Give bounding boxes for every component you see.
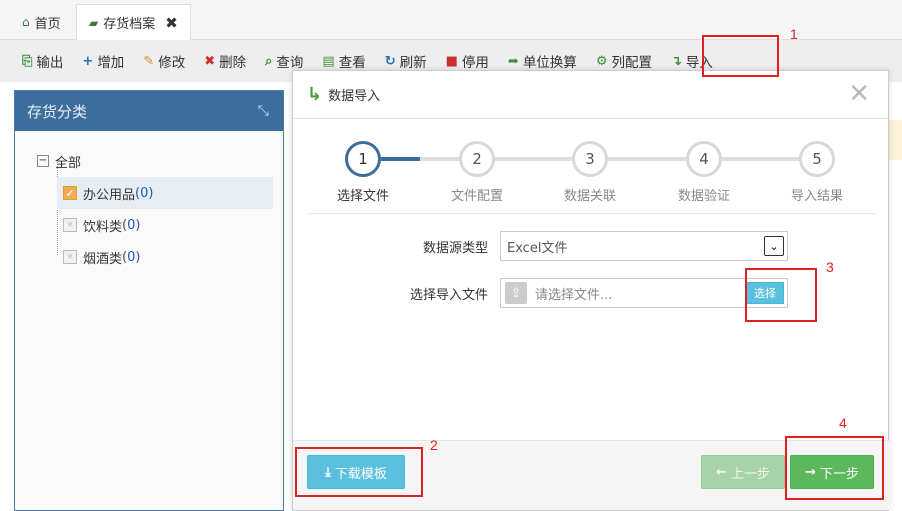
previous-step-button[interactable]: ← 上一步 [701,455,785,489]
toolbar-button-stop[interactable]: ■ 停用 [445,51,489,72]
source-type-select[interactable]: Excel文件 ⌄ [500,231,788,261]
tree-node-label: 办公用品 [83,187,136,203]
upload-icon: ⇪ [505,282,527,304]
category-panel-title: 存货分类 [27,102,88,121]
toolbar-button-label: 修改 [158,55,186,71]
annotation-box-download [295,447,423,497]
annotation-box-import [702,35,779,77]
tree-node-all[interactable]: − 全部 [15,145,283,177]
toolbar-button-label: 增加 [97,55,125,71]
annotation-number-3: 3 [826,259,834,275]
toolbar-button-export[interactable]: ⎘ 输出 [22,51,64,72]
toolbar-button-label: 查询 [276,55,304,71]
edit-icon: ✎ [143,53,155,69]
share-icon: ➦ [507,53,519,69]
toolbar-button-share[interactable]: ➦ 单位换算 [507,51,577,72]
step-5: 5 导入结果 [772,141,862,204]
home-icon: ⌂ [22,15,30,29]
folder-open-icon: ▰ [89,15,99,30]
checkbox-icon[interactable]: × [63,218,77,232]
search-icon: ⌕ [265,53,273,69]
step-number: 4 [686,141,722,177]
step-label: 文件配置 [450,189,503,204]
toolbar-button-plus[interactable]: + 增加 [82,51,125,72]
step-number: 5 [799,141,835,177]
toolbar-button-label: 列配置 [611,55,652,71]
step-2: 2 文件配置 [432,141,522,204]
annotation-number-2: 2 [430,437,438,453]
step-number: 1 [345,141,381,177]
annotation-number-4: 4 [839,415,847,431]
toolbar-button-label: 输出 [36,55,64,71]
toolbar-button-refresh[interactable]: ↻ 刷新 [384,51,427,72]
category-tree: − 全部 ✓ 办公用品 (0) × 饮料类 (0) × 烟酒类 (0) [15,131,283,273]
tab-inventory-archive[interactable]: ▰ 存货档案 ✖ [76,4,191,41]
tree-node-count: (0) [122,249,141,265]
export-icon: ⎘ [22,53,33,69]
tab-bar: ⌂ 首页 ▰ 存货档案 ✖ [0,0,902,41]
plus-icon: + [82,53,94,69]
step-label: 导入结果 [790,189,843,204]
toolbar-button-delete[interactable]: ✖ 删除 [204,51,247,72]
step-3: 3 数据关联 [545,141,635,204]
toolbar-button-label: 查看 [338,55,366,71]
step-indicator: 1 选择文件 2 文件配置 3 数据关联 4 数据验证 5 导入结果 [293,141,890,204]
toolbar-button-label: 停用 [461,55,489,71]
step-label: 数据关联 [563,189,616,204]
divider [307,213,875,214]
tree-node-label: 全部 [55,155,82,171]
tab-inventory-archive-label: 存货档案 [103,17,156,32]
toolbar-button-search[interactable]: ⌕ 查询 [265,51,304,72]
annotation-box-choose [745,268,817,322]
file-placeholder: 请选择文件... [535,287,613,303]
step-1: 1 选择文件 [318,141,408,204]
tree-node-count: (0) [122,217,141,233]
annotation-box-next [785,436,884,500]
toolbar-button-label: 删除 [219,55,247,71]
import-arrow-icon: ↳ [307,84,323,105]
chevron-down-icon[interactable]: ⌄ [764,236,784,256]
close-tab-icon[interactable]: ✖ [165,14,178,32]
category-panel: 存货分类 ⤡ − 全部 ✓ 办公用品 (0) × 饮料类 (0) × 烟酒类 (0) [14,90,284,511]
toolbar-button-label: 刷新 [399,55,427,71]
toolbar-button-edit[interactable]: ✎ 修改 [143,51,186,72]
tree-node-tobacco-alcohol[interactable]: × 烟酒类 (0) [57,241,273,273]
step-4: 4 数据验证 [659,141,749,204]
step-label: 选择文件 [336,189,389,204]
toolbar-button-view[interactable]: ▤ 查看 [322,51,366,72]
dialog-title: 数据导入 [328,89,381,104]
delete-icon: ✖ [204,53,216,69]
checkbox-icon[interactable]: × [63,250,77,264]
source-type-value: Excel文件 [507,240,568,256]
gear-icon: ⚙ [595,53,608,69]
source-type-label: 数据源类型 [422,240,488,256]
previous-step-label: 上一步 [730,466,770,482]
tab-home-label: 首页 [34,16,61,32]
view-icon: ▤ [322,53,335,69]
file-label: 选择导入文件 [409,287,488,303]
stop-icon: ■ [445,53,458,69]
dialog-header: ↳ 数据导入 ✕ [293,71,888,119]
refresh-icon: ↻ [384,53,396,69]
tree-node-label: 饮料类 [83,219,123,235]
source-type-row: 数据源类型 Excel文件 ⌄ [293,231,890,261]
step-number: 2 [459,141,495,177]
toolbar-button-gear[interactable]: ⚙ 列配置 [595,51,652,72]
annotation-number-1: 1 [790,26,798,42]
toolbar-button-label: 单位换算 [522,55,577,71]
checkbox-checked-icon[interactable]: ✓ [63,186,77,200]
arrow-left-icon: ← [716,464,727,480]
tree-node-label: 烟酒类 [83,251,123,267]
step-number: 3 [572,141,608,177]
collapse-icon[interactable]: ⤡ [258,103,269,119]
tree-node-office-supplies[interactable]: ✓ 办公用品 (0) [57,177,273,209]
close-dialog-icon[interactable]: ✕ [848,79,870,109]
import-icon: ↴ [670,53,682,69]
step-label: 数据验证 [677,189,730,204]
tree-toggle-icon[interactable]: − [37,155,49,167]
tree-node-count: (0) [135,185,154,201]
category-panel-header: 存货分类 ⤡ [15,91,283,131]
tree-node-beverages[interactable]: × 饮料类 (0) [57,209,273,241]
tab-home[interactable]: ⌂ 首页 [10,4,73,40]
